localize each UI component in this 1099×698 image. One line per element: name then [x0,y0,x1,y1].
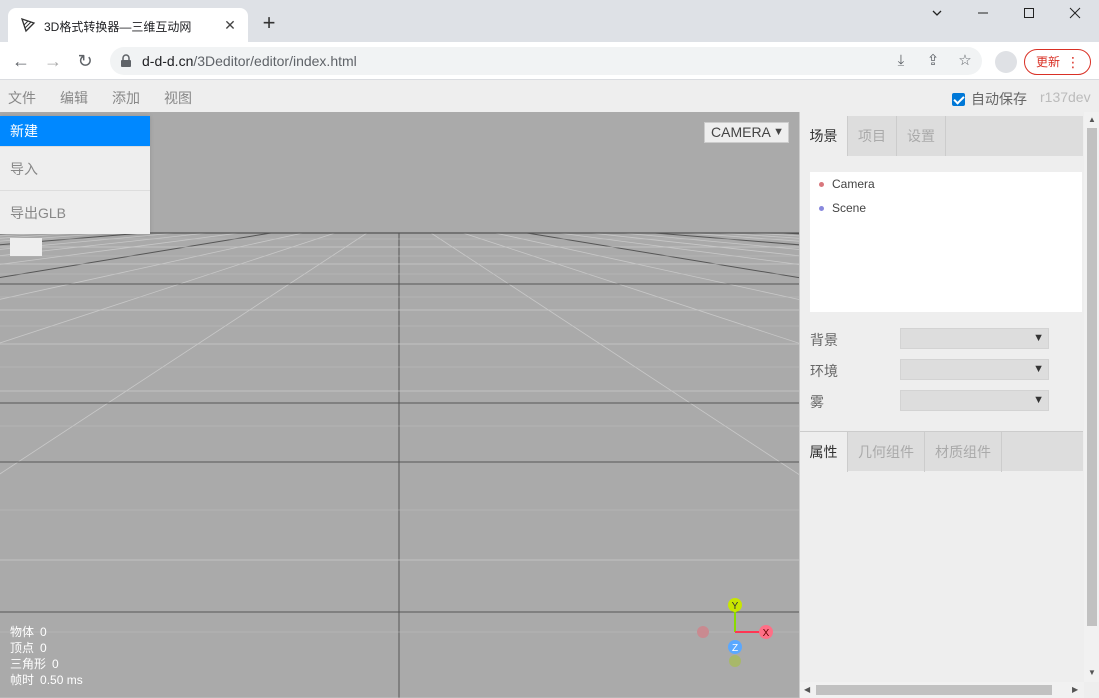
menu-file[interactable]: 文件 [8,88,36,108]
chevron-down-icon: ▼ [773,126,784,138]
maximize-icon[interactable] [1006,6,1052,26]
gizmo-neg-x-handle[interactable] [697,626,709,638]
chevron-down-icon: ▼ [1033,332,1044,344]
close-tab-icon[interactable]: ✕ [222,17,238,33]
camera-select[interactable]: CAMERA ▼ [704,122,789,143]
vertical-scrollbar[interactable]: ▲ ▼ [1084,112,1099,682]
object-dot-icon [819,182,824,187]
menu-export-glb[interactable]: 导出GLB [0,190,150,234]
scroll-up-icon[interactable]: ▲ [1088,115,1096,124]
info-objects-value: 0 [40,625,47,639]
info-frametime-label: 帧时 [10,673,35,687]
threejs-logo-icon [20,17,36,33]
new-tab-button[interactable]: + [258,12,280,34]
gizmo-x-label: X [763,628,770,639]
gizmo-y-label: Y [732,601,739,612]
autosave-label: 自动保存 [971,91,1027,107]
info-frametime-value: 0.50 ms [40,673,83,687]
environment-select[interactable]: ▼ [900,359,1049,380]
info-triangles-label: 三角形 [10,657,47,671]
gizmo-z-label: Z [732,643,738,654]
back-arrow-icon[interactable]: ← [10,50,32,72]
viewport-info: 物体 0 顶点 0 三角形 0 帧时 0.50 ms [10,624,89,688]
install-app-icon[interactable]: ⤓ [892,52,910,70]
properties-tabs: 属性 几何组件 材质组件 [800,431,1083,472]
menu-view[interactable]: 视图 [164,88,192,108]
close-window-icon[interactable] [1052,6,1098,26]
environment-label: 环境 [810,363,838,379]
share-icon[interactable]: ⇪ [924,52,942,70]
menu-import[interactable]: 导入 [0,146,150,190]
menu-add[interactable]: 添加 [112,88,140,108]
profile-avatar-icon[interactable] [995,51,1017,73]
gizmo-neg-y-handle[interactable] [729,655,741,667]
url-text: d-d-d.cn/3Deditor/editor/index.html [142,53,357,69]
menu-edit[interactable]: 编辑 [60,88,88,108]
lock-icon [121,54,131,67]
horizontal-scrollbar[interactable]: ◀ ▶ [800,682,1084,698]
tab-project[interactable]: 项目 [848,116,897,156]
tab-scene[interactable]: 场景 [800,116,848,156]
tab-geometry[interactable]: 几何组件 [848,432,925,472]
outliner-item-scene[interactable]: Scene [810,196,1082,220]
info-objects-label: 物体 [10,625,35,639]
info-vertices-label: 顶点 [10,641,35,655]
address-bar[interactable]: d-d-d.cn/3Deditor/editor/index.html ⤓ ⇪ … [110,47,982,75]
chevron-down-icon: ▼ [1033,394,1044,406]
scene-dot-icon [819,206,824,211]
minimize-icon[interactable] [960,6,1006,26]
file-menu-dropdown: 新建 导入 导出GLB [0,116,150,234]
reload-icon[interactable]: ↻ [74,50,96,72]
scroll-down-icon[interactable]: ▼ [1088,668,1096,677]
version-label: r137dev [1040,89,1091,105]
tab-search-chevron-icon[interactable] [914,6,960,26]
editor-menubar: 文件 编辑 添加 视图 自动保存 r137dev [0,80,1099,112]
outliner-item-label: Camera [832,177,875,191]
update-button[interactable]: 更新 ⋮ [1024,49,1091,75]
more-menu-icon[interactable]: ⋮ [1066,50,1080,74]
viewport-toolbar[interactable] [10,238,42,256]
forward-arrow-icon[interactable]: → [42,50,64,72]
background-select[interactable]: ▼ [900,328,1049,349]
browser-toolbar: ← → ↻ d-d-d.cn/3Deditor/editor/index.htm… [0,42,1099,80]
outliner-item-label: Scene [832,201,867,215]
camera-select-value: CAMERA [711,124,771,140]
bookmark-star-icon[interactable]: ☆ [956,52,974,70]
sidebar: 场景 项目 设置 Camera Scene 背景 ▼ 环境 ▼ 雾 ▼ 属性 几… [799,112,1099,698]
autosave-toggle[interactable]: 自动保存 [952,89,1027,109]
info-triangles-value: 0 [52,657,59,671]
info-vertices-value: 0 [40,641,47,655]
autosave-checkbox[interactable] [952,93,965,106]
chevron-down-icon: ▼ [1033,363,1044,375]
fog-select[interactable]: ▼ [900,390,1049,411]
tab-settings[interactable]: 设置 [897,116,946,156]
background-label: 背景 [810,332,838,348]
scene-tabs: 场景 项目 设置 [800,116,1083,156]
tab-properties[interactable]: 属性 [800,432,848,472]
menu-new[interactable]: 新建 [0,116,150,146]
tab-material[interactable]: 材质组件 [925,432,1002,472]
browser-tab-strip: 3D格式转换器—三维互动网 ✕ + [0,0,1099,42]
scrollbar-thumb[interactable] [1087,128,1097,626]
browser-tab[interactable]: 3D格式转换器—三维互动网 ✕ [8,8,248,42]
update-label: 更新 [1036,55,1061,69]
outliner-item-camera[interactable]: Camera [810,172,1082,196]
view-gizmo[interactable]: Y X Z [690,592,780,672]
tab-title: 3D格式转换器—三维互动网 [44,20,192,34]
fog-label: 雾 [810,394,824,410]
scroll-left-icon[interactable]: ◀ [804,685,810,694]
scroll-right-icon[interactable]: ▶ [1072,685,1078,694]
scene-outliner[interactable]: Camera Scene [810,172,1082,312]
scrollbar-thumb[interactable] [816,685,1052,695]
